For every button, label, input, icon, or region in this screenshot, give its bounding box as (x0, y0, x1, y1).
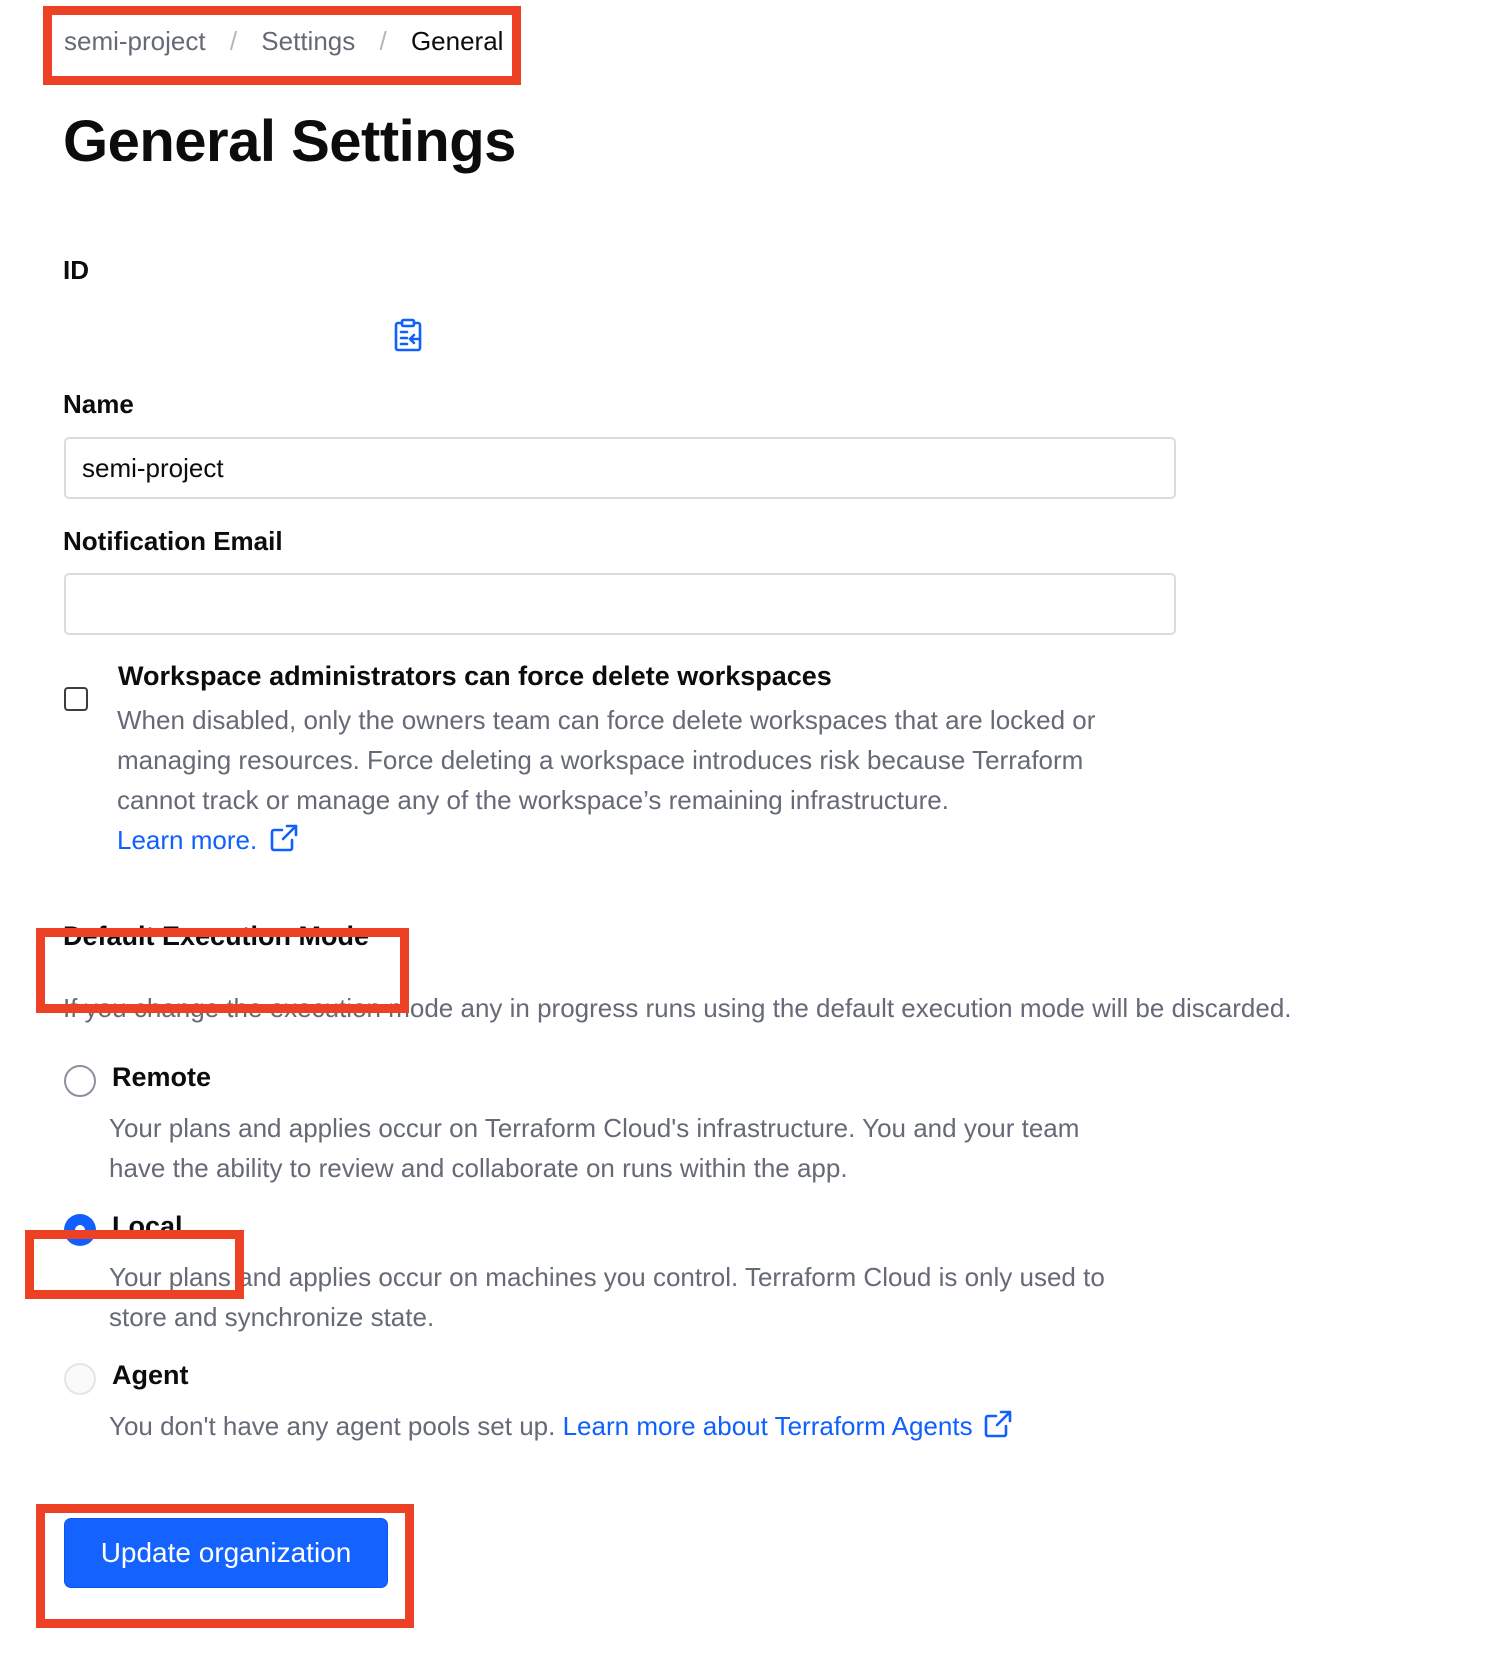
radio-remote-label[interactable]: Remote (112, 1062, 211, 1093)
id-label: ID (63, 255, 89, 285)
name-input[interactable] (64, 437, 1176, 499)
local-desc-line: Your plans and applies occur on machines… (109, 1262, 1105, 1292)
radio-agent-label: Agent (112, 1360, 189, 1390)
external-link-icon[interactable] (270, 823, 298, 863)
agent-learn-more-link[interactable]: Learn more about Terraform Agents (563, 1411, 973, 1441)
clipboard-copy-icon[interactable] (393, 318, 423, 352)
notification-email-input[interactable] (64, 573, 1176, 635)
radio-agent-description: You don't have any agent pools set up. L… (109, 1406, 1012, 1449)
force-delete-desc-line: When disabled, only the owners team can … (117, 705, 1096, 735)
external-link-icon[interactable] (984, 1409, 1012, 1449)
local-desc-line: store and synchronize state. (109, 1302, 435, 1332)
notification-email-label: Notification Email (63, 526, 283, 556)
force-delete-desc-line: cannot track or manage any of the worksp… (117, 785, 949, 815)
radio-remote-description: Your plans and applies occur on Terrafor… (109, 1108, 1079, 1188)
force-delete-desc-line: managing resources. Force deleting a wor… (117, 745, 1084, 775)
remote-desc-line: Your plans and applies occur on Terrafor… (109, 1113, 1080, 1143)
highlight-box-execution-mode (36, 928, 409, 1013)
force-delete-description: When disabled, only the owners team can … (117, 700, 1217, 863)
name-label: Name (63, 389, 134, 419)
page-title: General Settings (63, 109, 516, 174)
force-delete-label[interactable]: Workspace administrators can force delet… (118, 661, 832, 692)
force-delete-checkbox[interactable] (64, 687, 88, 711)
agent-desc-text: You don't have any agent pools set up. (109, 1411, 556, 1441)
highlight-box-local (25, 1230, 244, 1299)
radio-local-description: Your plans and applies occur on machines… (109, 1257, 1105, 1337)
remote-desc-line: have the ability to review and collabora… (109, 1153, 848, 1183)
highlight-box-button (36, 1504, 414, 1628)
highlight-box-breadcrumb (43, 6, 521, 85)
radio-remote[interactable] (64, 1065, 96, 1097)
learn-more-link[interactable]: Learn more. (117, 825, 257, 855)
radio-agent[interactable] (64, 1363, 96, 1395)
